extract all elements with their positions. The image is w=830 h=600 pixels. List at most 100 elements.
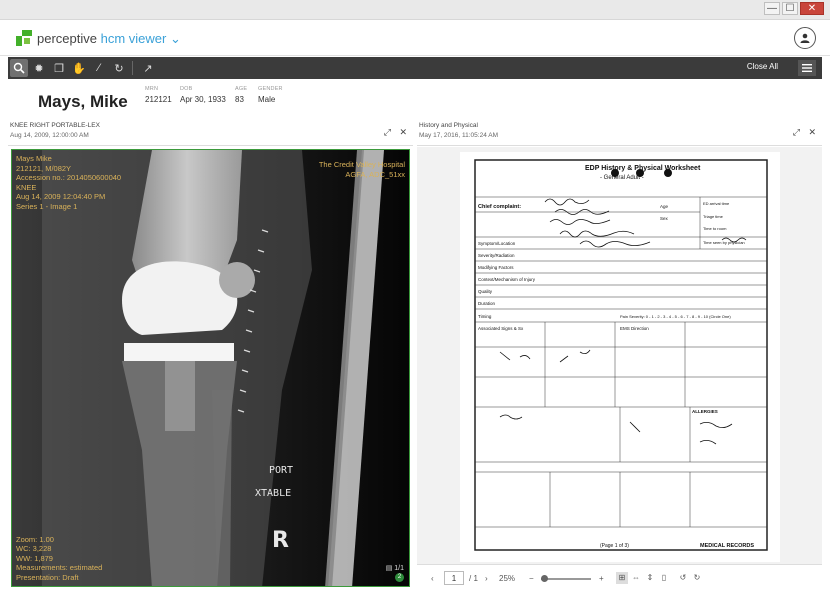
overlay-line: Accession no.: 2014050600040 [16,173,122,182]
form-quality: Quality [478,289,493,294]
worksheet-form: EDP History & Physical Worksheet - Gener… [474,159,768,551]
mrn-label: MRN [145,86,159,92]
zoom-tool-button[interactable] [10,59,28,77]
form-associated: Associated Signs & Sx [478,326,524,331]
share-tool-button[interactable]: ↗ [139,59,157,77]
xray-viewport[interactable]: Mays Mike 212121, M/082Y Accession no.: … [11,149,410,587]
ruler-icon: ⁄ [98,62,100,74]
brightness-tool-button[interactable]: ✹ [30,59,48,77]
patient-name: Mays, Mike [38,92,128,111]
patient-banner: Mays, Mike MRN 212121 DOB Apr 30, 1933 A… [8,79,822,117]
form-pain-severity: Pain Severity: 0 - 1 - 2 - 3 - 4 - 5 - 6… [620,314,731,319]
expand-icon[interactable]: ⤢ [793,127,800,138]
fit-page-icon: ⊞ [618,573,626,582]
knee-xray-image [12,150,409,586]
overlay-line: WC: 3,228 [16,544,52,553]
overlay-line: Zoom: 1.00 [16,534,54,544]
fit-width-button[interactable]: ⇔ [630,572,642,584]
form-symptom: Symptom/Location [478,241,516,246]
image-page-counter-text: 1/1 [394,565,404,572]
overlay-line: Presentation: Draft [16,572,79,582]
rotate-right-icon: ↻ [693,573,701,582]
marker-xtable: XTABLE [255,488,292,499]
rotate-left-button[interactable]: ↺ [677,572,689,584]
window-titlebar: — ☐ ✕ [0,0,830,20]
form-ed-arrival: ED arrival time [703,201,730,206]
document-panel-header: History and Physical May 17, 2016, 11:05… [417,119,822,146]
age-value: 83 [235,95,244,104]
rotate-left-icon: ↺ [679,573,687,582]
prev-page-icon[interactable]: ‹ [431,574,434,583]
measure-tool-button[interactable]: ⁄ [90,59,108,77]
user-account-button[interactable] [794,27,816,49]
overlay-patient-info: Mays Mike 212121, M/082Y Accession no.: … [16,154,121,211]
rotate-right-button[interactable]: ↻ [691,572,703,584]
overlay-line: 212121, M/082Y [16,163,72,173]
form-timing: Timing [478,314,492,319]
form-age: Age [660,204,669,209]
window-controls: — ☐ ✕ [764,2,824,15]
hamburger-icon [802,64,812,72]
image-page-counter: ▤ 1/1 [386,564,404,572]
image-panel: KNEE RIGHT PORTABLE-LEX Aug 14, 2009, 12… [8,119,413,592]
stack-icon: ▤ [385,565,393,572]
fit-height-button[interactable]: ⇕ [644,572,656,584]
next-page-icon[interactable]: › [485,574,488,583]
age-label: AGE [235,86,248,92]
close-icon[interactable]: ✕ [808,127,816,138]
gender-label: GENDER [258,86,283,92]
chevron-down-icon: ⌄ [169,31,181,46]
close-window-button[interactable]: ✕ [800,2,824,15]
zoom-slider-handle[interactable] [541,575,548,582]
pan-tool-button[interactable]: ✋ [70,59,88,77]
patient-mrn: MRN 212121 [145,86,172,104]
zoom-out-button[interactable]: − [529,574,534,583]
form-triage: Triage time [703,214,724,219]
app-brand[interactable]: perceptive hcm viewer ⌄ [37,31,181,47]
close-icon[interactable]: ✕ [399,127,407,138]
viewer-toolbar: ✹ ❐ ✋ ⁄ ↻ ↗ Close All [8,57,822,79]
image-panel-date: Aug 14, 2009, 12:00:00 AM [10,132,89,139]
maximize-button[interactable]: ☐ [782,2,798,15]
overlay-line: Aug 14, 2009 12:04:40 PM [16,192,106,201]
page-total: / 1 [469,574,478,583]
document-viewport[interactable]: EDP History & Physical Worksheet - Gener… [417,147,822,564]
zoom-in-button[interactable]: + [599,574,604,583]
form-context: Context/Mechanism of Injury [478,277,536,282]
perceptive-logo-icon [16,30,32,46]
marker-r: R [272,528,289,553]
overlay-display-settings: Zoom: 1.00 WC: 3,228 WW: 1,879 Measureme… [16,535,102,583]
patient-age: AGE 83 [235,86,247,104]
marker-port: PORT [269,465,294,476]
image-panel-header: KNEE RIGHT PORTABLE-LEX Aug 14, 2009, 12… [8,119,413,146]
reset-tool-button[interactable]: ↻ [110,59,128,77]
overlay-line: Mays Mike [16,154,52,163]
document-panel: History and Physical May 17, 2016, 11:05… [417,119,822,592]
overlay-line: KNEE [16,182,37,192]
fit-width-icon: ⇔ [632,573,640,582]
expand-icon[interactable]: ⤢ [384,127,391,138]
overlay-line: Measurements: estimated [16,563,103,572]
magnifier-icon [13,62,25,74]
annotation-badge[interactable]: 2 [395,573,404,582]
menu-button[interactable] [798,60,816,76]
document-panel-title: History and Physical [419,122,478,129]
app-header: perceptive hcm viewer ⌄ [0,20,830,56]
minimize-button[interactable]: — [764,2,780,15]
overlay-line: The Credit Valley Hospital [318,160,405,169]
stack-icon: ❐ [54,62,64,75]
overlay-institution: The Credit Valley Hospital AGFA, ADC_51x… [319,160,405,179]
user-icon [800,33,810,43]
zoom-level: 25% [499,574,516,583]
fit-page-button[interactable]: ⊞ [616,572,628,584]
close-all-button[interactable]: Close All [747,62,778,71]
share-icon: ↗ [143,62,153,75]
zoom-slider[interactable] [541,575,591,582]
stack-tool-button[interactable]: ❐ [50,59,68,77]
actual-size-button[interactable]: ▯ [658,572,670,584]
dob-label: DOB [180,86,193,92]
form-modifying: Modifying Factors [478,265,514,270]
page-number-input[interactable]: 1 [444,571,464,585]
form-allergies: ALLERGIES [692,409,718,414]
form-page: (Page 1 of 3) [600,543,629,549]
